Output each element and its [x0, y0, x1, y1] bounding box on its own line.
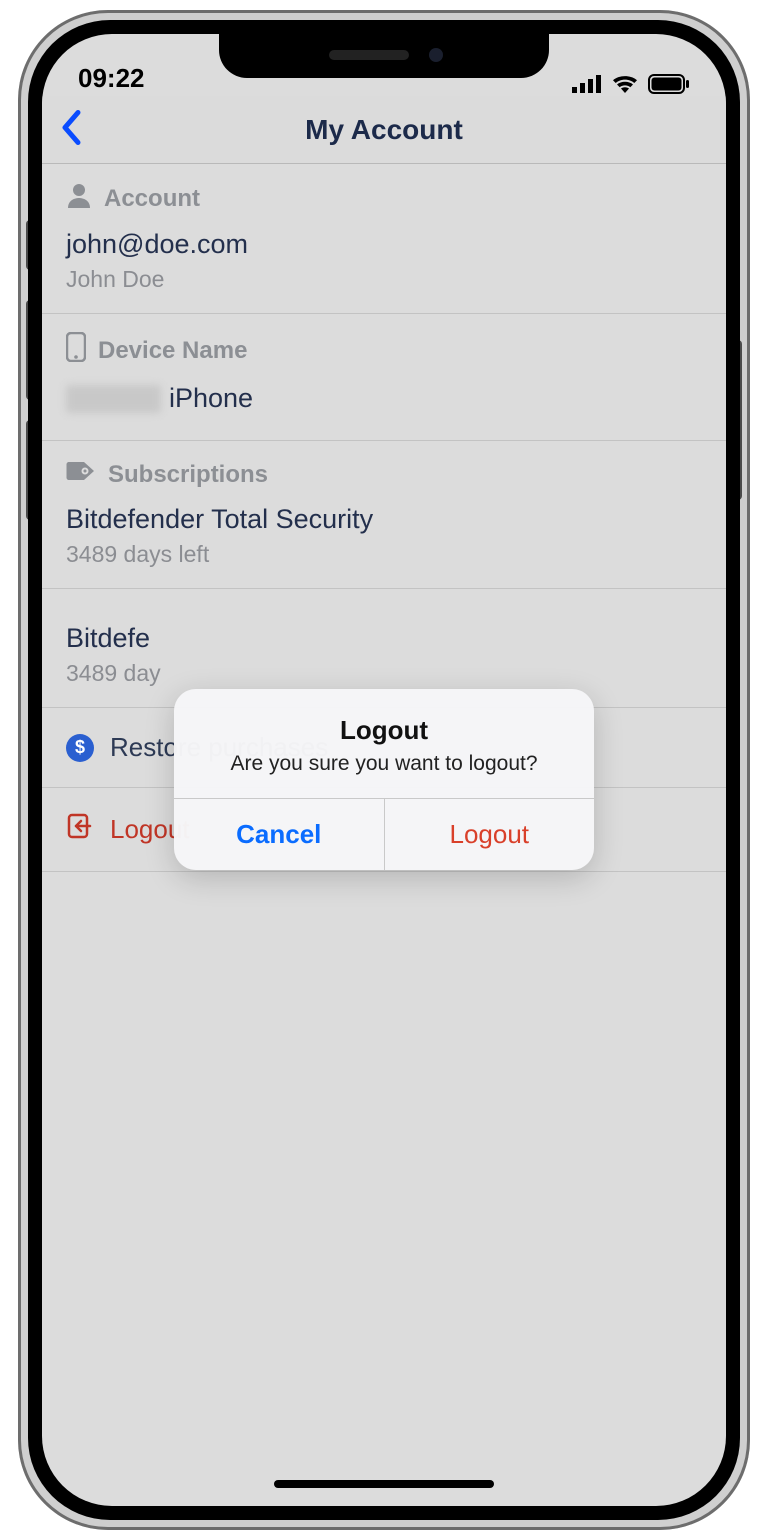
back-button[interactable] [60, 109, 82, 150]
wifi-icon [612, 74, 638, 94]
subscription-title: Bitdefe [66, 623, 702, 654]
person-icon [66, 182, 92, 215]
page-title: My Account [305, 114, 463, 146]
chevron-left-icon [60, 109, 82, 145]
device-name-visible: iPhone [169, 383, 253, 414]
logout-icon [66, 812, 94, 847]
section-header-subscriptions: Subscriptions [66, 459, 702, 490]
section-header-label: Subscriptions [108, 461, 268, 489]
subscription-title: Bitdefender Total Security [66, 504, 702, 535]
notch [219, 34, 549, 78]
section-header-label: Device Name [98, 337, 247, 365]
section-header-label: Account [104, 185, 200, 213]
device-name-value: iPhone [66, 383, 702, 414]
status-right [572, 74, 690, 94]
account-email: john@doe.com [66, 229, 702, 260]
phone-icon [66, 332, 86, 369]
device-bezel: 09:22 My Account [28, 20, 740, 1520]
alert-title: Logout [196, 715, 572, 746]
subscription-days-left: 3489 day [66, 660, 702, 687]
section-header-account: Account [66, 182, 702, 215]
logout-alert: Logout Are you sure you want to logout? … [174, 689, 594, 870]
redacted-text [66, 385, 161, 413]
alert-buttons: Cancel Logout [174, 798, 594, 870]
account-name: John Doe [66, 266, 702, 293]
dollar-icon: $ [66, 734, 94, 762]
nav-bar: My Account [42, 96, 726, 164]
cellular-signal-icon [572, 75, 602, 93]
alert-body: Logout Are you sure you want to logout? [174, 689, 594, 798]
alert-message: Are you sure you want to logout? [196, 752, 572, 776]
home-indicator[interactable] [274, 1480, 494, 1488]
section-account: Account john@doe.com John Doe [42, 164, 726, 314]
tag-icon [66, 459, 96, 490]
alert-logout-button[interactable]: Logout [385, 799, 595, 870]
device-frame: 09:22 My Account [18, 10, 750, 1530]
section-header-device: Device Name [66, 332, 702, 369]
screen: 09:22 My Account [42, 34, 726, 1506]
alert-cancel-button[interactable]: Cancel [174, 799, 385, 870]
battery-icon [648, 74, 690, 94]
section-device: Device Name iPhone [42, 314, 726, 441]
section-subscriptions: Subscriptions Bitdefender Total Security… [42, 441, 726, 589]
subscription-days-left: 3489 days left [66, 541, 702, 568]
status-time: 09:22 [78, 63, 145, 94]
